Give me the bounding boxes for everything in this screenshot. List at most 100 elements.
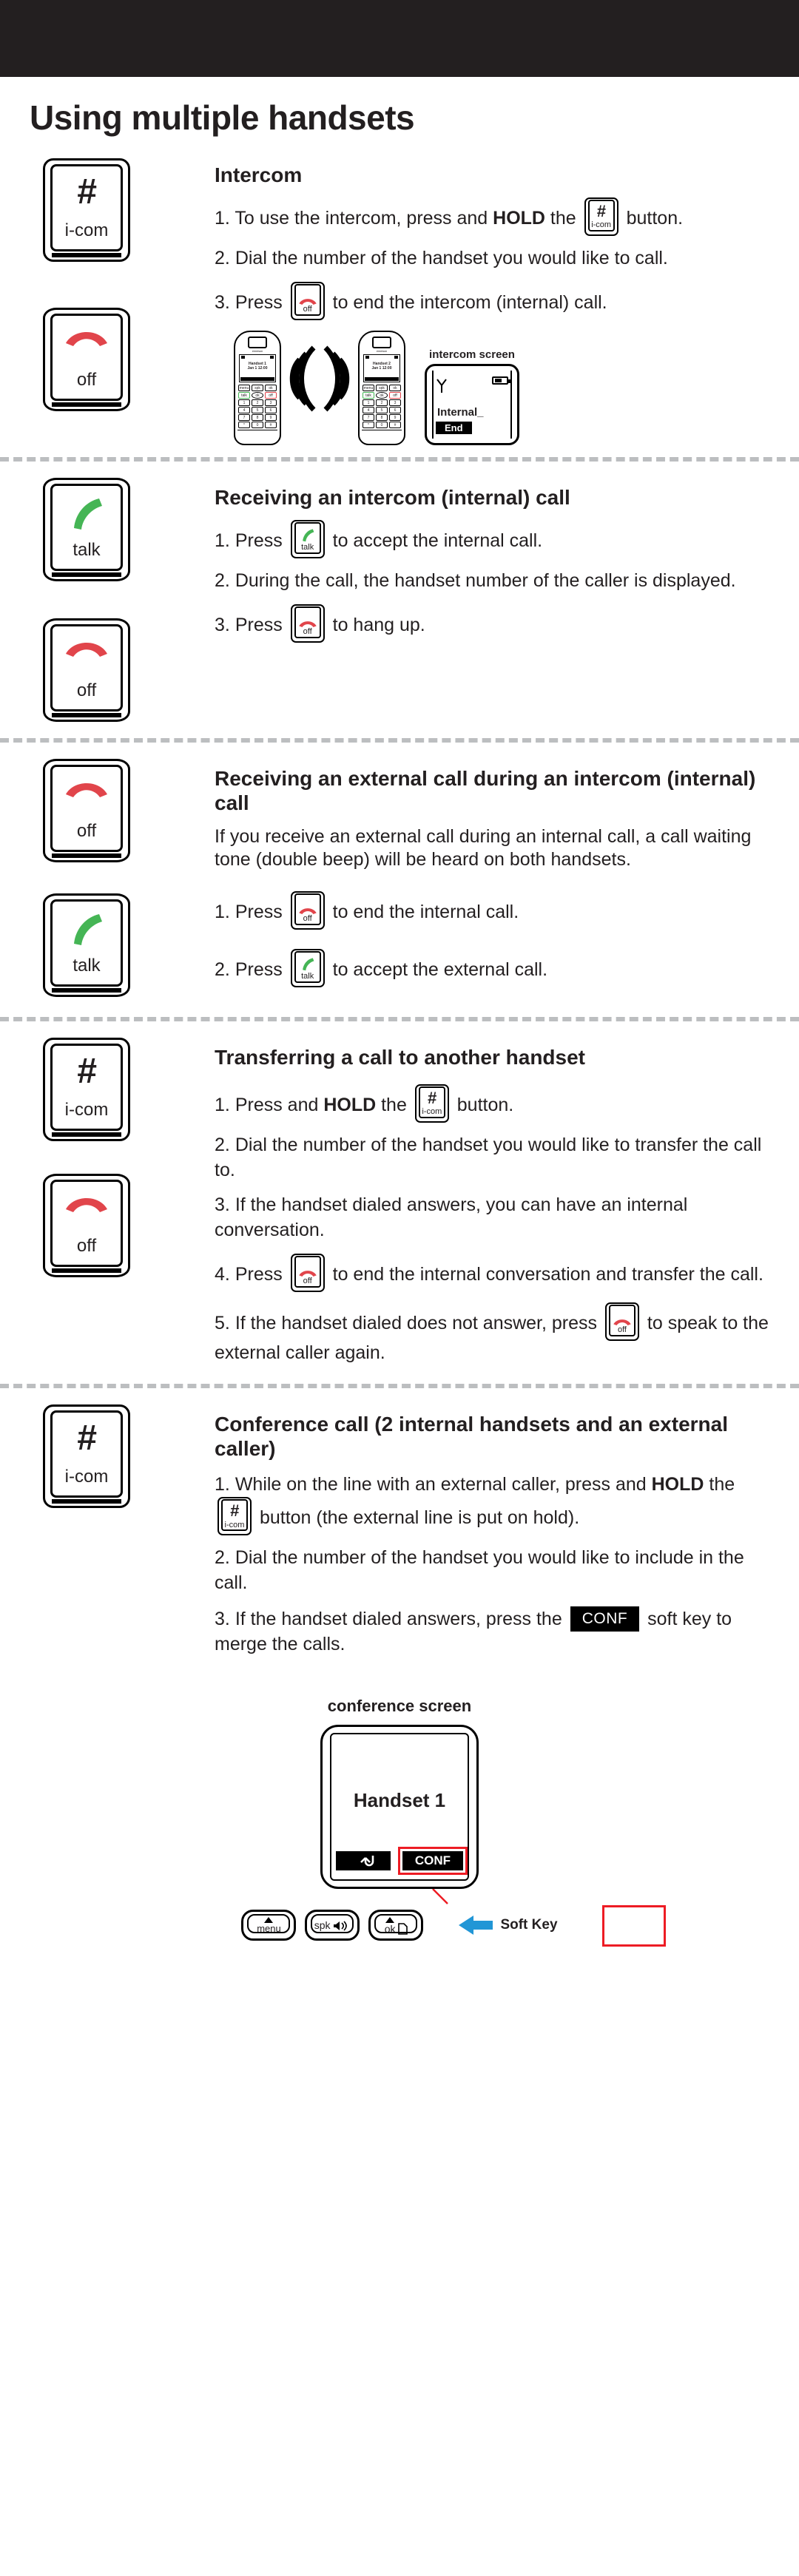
talk-key-large[interactable]: talk	[43, 477, 130, 581]
soft-key-callout-label: Soft Key	[500, 1917, 558, 1933]
off-key-large[interactable]: off	[43, 1173, 130, 1277]
off-key-inline[interactable]: off	[604, 1302, 639, 1341]
steps-receiving-intercom: 1. Press talk to accept the internal cal…	[215, 519, 769, 643]
step-item: 2. Dial the number of the handset you wo…	[215, 246, 769, 271]
off-key-inline[interactable]: off	[290, 1253, 325, 1292]
step-text: to end the internal conversation and tra…	[327, 1263, 763, 1285]
section-intercom: # i-com off Intercom 1. To use the inter…	[30, 152, 769, 445]
back-softkey[interactable]	[336, 1851, 391, 1871]
ok-button[interactable]: ok	[368, 1910, 424, 1941]
off-key-inline[interactable]: off	[290, 281, 325, 320]
earpiece-icon	[248, 336, 267, 348]
talk-key-large[interactable]: talk	[43, 893, 130, 997]
conference-screen-figure: conference screen Handset 1 CONF menu sp…	[30, 1697, 769, 1947]
intercom-screen: Internal_ End	[425, 363, 519, 445]
menu-button[interactable]: menu	[241, 1910, 297, 1941]
section-receiving-intercom-content: Receiving an intercom (internal) call 1.…	[215, 475, 769, 722]
steps-transferring: 1. Press and HOLD the # i-com button. 2. …	[215, 1084, 769, 1366]
left-arrow-icon	[459, 1916, 474, 1936]
handset-screen: Handset 1 Jan 1 12:00	[239, 354, 276, 382]
end-softkey[interactable]: End	[436, 421, 472, 434]
antenna-icon	[436, 378, 448, 398]
step-number: 2.	[215, 1547, 230, 1569]
i-com-key-large[interactable]: # i-com	[43, 1037, 130, 1141]
section-receiving-intercom: talk off Receiving an intercom (internal…	[30, 475, 769, 722]
left-arrow-tail	[473, 1921, 493, 1930]
intercom-illustration: emerson Handset 1 Jan 1 12:00 menu spk ok …	[234, 330, 769, 445]
section-divider	[0, 737, 799, 743]
i-com-key-large[interactable]: # i-com	[43, 158, 130, 262]
step-number: 3.	[215, 614, 230, 635]
step-text: Dial the number of the handset you would…	[235, 248, 668, 269]
talk-key-inline[interactable]: talk	[290, 519, 325, 558]
handset-screen-line2: Jan 1 12:00	[247, 365, 268, 371]
page-icon	[398, 1923, 408, 1936]
steps-receiving-external: 1. Press off to end the internal call. 2…	[215, 890, 769, 987]
i-com-key-inline[interactable]: # i-com	[414, 1084, 449, 1123]
step-item: 3. Press off to hang up.	[215, 604, 769, 643]
i-com-key-label: i-com	[64, 220, 109, 240]
off-key-label: off	[76, 680, 97, 700]
brand-mark: emerson	[376, 348, 388, 353]
step-text: Press	[235, 614, 288, 635]
step-text: If the handset dialed answers, you can h…	[215, 1194, 688, 1241]
up-triangle-icon	[385, 1917, 395, 1924]
brand-mark: emerson	[252, 348, 263, 353]
step-text: to end the intercom (internal) call.	[327, 291, 607, 313]
speaker-icon	[334, 1921, 347, 1932]
step-item: 2. Dial the number of the handset you wo…	[215, 1133, 769, 1183]
up-triangle-icon	[264, 1917, 274, 1924]
i-com-key-large[interactable]: # i-com	[43, 1404, 130, 1508]
section-divider	[0, 1383, 799, 1388]
section-conference-gutter: # i-com	[30, 1402, 215, 1668]
off-key-large[interactable]: off	[43, 308, 130, 411]
handset-illustration-1: emerson Handset 1 Jan 1 12:00 menu spk ok …	[234, 330, 281, 445]
step-item: 3. If the handset dialed answers, you ca…	[215, 1193, 769, 1243]
step-text: Press	[235, 530, 288, 551]
intercom-screen-text: Internal_	[437, 405, 484, 419]
steps-intercom: 1. To use the intercom, press and HOLD t…	[215, 197, 769, 320]
speaker-button-label: spk	[314, 1919, 331, 1932]
step-item: 1. Press off to end the internal call.	[215, 890, 769, 930]
step-number: 2.	[215, 959, 230, 980]
off-key-inline[interactable]: off	[290, 604, 325, 643]
off-key-large[interactable]: off	[43, 758, 130, 862]
step-item: 1. Press and HOLD the # i-com button.	[215, 1084, 769, 1123]
step-item: 5. If the handset dialed does not answer…	[215, 1302, 769, 1366]
step-item: 1. To use the intercom, press and HOLD t…	[215, 197, 769, 237]
step-number: 5.	[215, 1312, 230, 1333]
step-text: Press	[235, 959, 288, 980]
step-number: 1.	[215, 1473, 230, 1495]
section-transferring: # i-com off Transferring a call to anoth…	[30, 1035, 769, 1376]
sound-waves-icon	[286, 334, 354, 423]
speaker-button[interactable]: spk	[305, 1910, 360, 1941]
step-text: If the handset dialed answers, press the	[235, 1608, 567, 1629]
step-number: 1.	[215, 901, 230, 922]
talk-handset-icon	[67, 910, 107, 950]
conf-softkey-chip[interactable]: CONF	[570, 1606, 640, 1632]
handset-illustration-2: emerson Handset 2 Jan 1 12:00 menu spk ok …	[358, 330, 405, 445]
soft-key-callout: Soft Key	[459, 1916, 558, 1936]
menu-button-label: menu	[257, 1923, 281, 1935]
page-title: Using multiple handsets	[30, 98, 415, 137]
step-text: to hang up.	[327, 614, 425, 635]
off-key-inline[interactable]: off	[290, 890, 325, 930]
step-text: the	[545, 208, 581, 229]
hangup-handset-icon	[64, 1193, 109, 1217]
i-com-key-inline[interactable]: # i-com	[218, 1497, 252, 1536]
talk-key-label: talk	[73, 539, 101, 560]
step-number: 2.	[215, 248, 230, 269]
handset-keypad: menu spk ok talk ok off 123 456 789 * 0 #	[362, 384, 402, 428]
step-text: button.	[451, 1094, 514, 1115]
page-body: Using multiple handsets # i-com off Inte…	[0, 98, 799, 1947]
steps-conference: 1. While on the line with an external ca…	[215, 1473, 769, 1657]
step-item: 1. Press talk to accept the internal cal…	[215, 519, 769, 558]
off-key-large[interactable]: off	[43, 618, 130, 722]
i-com-key-inline[interactable]: # i-com	[584, 197, 618, 237]
step-text: Press	[235, 291, 288, 313]
section-lead-text: If you receive an external call during a…	[215, 825, 752, 871]
section-transferring-gutter: # i-com off	[30, 1035, 215, 1376]
conference-screen: Handset 1 CONF	[320, 1725, 479, 1890]
talk-key-inline[interactable]: talk	[290, 948, 325, 987]
section-transferring-content: Transferring a call to another handset 1…	[215, 1035, 769, 1376]
